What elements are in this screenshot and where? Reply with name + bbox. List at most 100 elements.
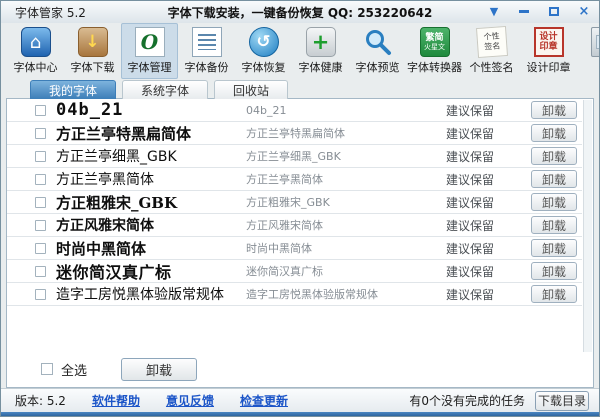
row-checkbox[interactable] — [35, 128, 46, 139]
version-label: 版本: 5.2 — [15, 392, 66, 409]
row-checkbox[interactable] — [35, 266, 46, 277]
toolbar-item-label: 个性签名 — [470, 59, 514, 75]
maximize-icon[interactable] — [545, 3, 563, 19]
table-row: 方正兰亭细黑_GBK 方正兰亭细黑_GBK 建议保留 卸载 — [7, 145, 582, 168]
advice-label: 建议保留 — [446, 171, 531, 188]
converter-icon-text: 繁简 — [425, 34, 443, 43]
toolbar-item-label: 设计印章 — [527, 59, 571, 75]
uninstall-button[interactable]: 卸载 — [531, 124, 577, 142]
uninstall-button[interactable]: 卸载 — [531, 193, 577, 211]
tab-bar: 我的字体 系统字体 回收站 — [6, 80, 594, 99]
advice-label: 建议保留 — [446, 194, 531, 211]
tab-system-fonts[interactable]: 系统字体 — [122, 80, 208, 99]
restore-icon: ↺ — [249, 27, 279, 57]
app-title: 字体管家 5.2 — [15, 4, 86, 21]
row-checkbox[interactable] — [35, 220, 46, 231]
toolbar-item-font-converter[interactable]: 繁简 火星文 字体转换器 — [406, 23, 463, 79]
font-display-name: 时尚中黑简体 — [56, 238, 246, 259]
toolbar-item-font-manage[interactable]: O 字体管理 — [121, 23, 178, 79]
toolbar-item-signature[interactable]: 个性签名 个性签名 — [463, 23, 520, 79]
font-display-name: 方正粗雅宋_GBK — [56, 192, 246, 213]
font-name: 方正粗雅宋_GBK — [246, 194, 446, 210]
advice-label: 建议保留 — [446, 148, 531, 165]
converter-icon: 繁简 火星文 — [420, 27, 450, 57]
home-icon: ⌂ — [21, 27, 51, 57]
toolbar-item-label: 字体健康 — [299, 59, 343, 75]
uninstall-selected-button[interactable]: 卸载 — [121, 358, 197, 381]
titlebar: 字体下载安装，一键备份恢复 QQ: 253220642 字体管家 5.2 ▼ × — [1, 1, 599, 23]
toolbar-item-font-preview[interactable]: 字体预览 — [349, 23, 406, 79]
advice-label: 建议保留 — [446, 240, 531, 257]
font-display-name: 04b_21 — [56, 100, 246, 120]
row-checkbox[interactable] — [35, 174, 46, 185]
computer-icon — [591, 27, 600, 57]
uninstall-button[interactable]: 卸载 — [531, 101, 577, 119]
font-display-name: 方正兰亭特黑扁简体 — [56, 123, 246, 144]
uninstall-button[interactable]: 卸载 — [531, 216, 577, 234]
toolbar-item-label: 字体恢复 — [242, 59, 286, 75]
toolbar-item-stamp-design[interactable]: 设计印章 设计印章 — [520, 23, 577, 79]
toolbar-item-font-health[interactable]: + 字体健康 — [292, 23, 349, 79]
tab-my-fonts[interactable]: 我的字体 — [30, 80, 116, 99]
uninstall-button[interactable]: 卸载 — [531, 262, 577, 280]
font-display-name: 方正兰亭黑简体 — [56, 169, 246, 189]
toolbar-item-computer[interactable]: 电 — [577, 23, 599, 79]
uninstall-button[interactable]: 卸载 — [531, 147, 577, 165]
scrollbar[interactable] — [583, 100, 592, 352]
uninstall-button[interactable]: 卸载 — [531, 239, 577, 257]
toolbar-item-font-restore[interactable]: ↺ 字体恢复 — [235, 23, 292, 79]
converter-icon-text: 火星文 — [424, 44, 445, 51]
toolbar-item-label: 字体中心 — [14, 59, 58, 75]
advice-label: 建议保留 — [446, 263, 531, 280]
font-name: 方正兰亭细黑_GBK — [246, 148, 446, 164]
row-checkbox[interactable] — [35, 289, 46, 300]
download-icon: ↓ — [78, 27, 108, 57]
table-row: 造字工房悦黑体验版常规体 造字工房悦黑体验版常规体 建议保留 卸载 — [7, 283, 582, 306]
uninstall-button[interactable]: 卸载 — [531, 285, 577, 303]
feedback-link[interactable]: 意见反馈 — [166, 392, 214, 409]
toolbar: ⌂ 字体中心 ↓ 字体下载 O 字体管理 字体备份 ↺ 字体恢复 + 字体健康 — [1, 23, 599, 79]
font-list-panel: 04b_21 04b_21 建议保留 卸载 方正兰亭特黑扁简体 方正兰亭特黑扁简… — [6, 98, 594, 388]
table-row: 方正风雅宋简体 方正风雅宋简体 建议保留 卸载 — [7, 214, 582, 237]
select-all-label: 全选 — [61, 360, 87, 379]
health-kit-icon: + — [306, 27, 336, 57]
font-list: 04b_21 04b_21 建议保留 卸载 方正兰亭特黑扁简体 方正兰亭特黑扁简… — [7, 99, 582, 306]
toolbar-item-font-center[interactable]: ⌂ 字体中心 — [7, 23, 64, 79]
minimize-icon[interactable] — [515, 3, 533, 19]
window-bottom-accent — [1, 412, 599, 416]
font-display-name: 迷你简汉真广标 — [56, 259, 246, 283]
magnifier-icon — [363, 27, 393, 57]
download-dir-button[interactable]: 下载目录 — [535, 391, 589, 411]
advice-label: 建议保留 — [446, 125, 531, 142]
font-display-name: 造字工房悦黑体验版常规体 — [56, 284, 246, 304]
app-window: 字体下载安装，一键备份恢复 QQ: 253220642 字体管家 5.2 ▼ ×… — [0, 0, 600, 417]
row-checkbox[interactable] — [35, 151, 46, 162]
table-row: 时尚中黑简体 时尚中黑简体 建议保留 卸载 — [7, 237, 582, 260]
status-bar: 版本: 5.2 软件帮助 意见反馈 检查更新 有0个没有完成的任务 下载目录 — [1, 388, 599, 412]
row-checkbox[interactable] — [35, 105, 46, 116]
row-checkbox[interactable] — [35, 243, 46, 254]
toolbar-item-font-backup[interactable]: 字体备份 — [178, 23, 235, 79]
stamp-icon: 设计印章 — [534, 27, 564, 57]
check-update-link[interactable]: 检查更新 — [240, 392, 288, 409]
font-name: 时尚中黑简体 — [246, 240, 446, 256]
advice-label: 建议保留 — [446, 102, 531, 119]
table-row: 方正兰亭黑简体 方正兰亭黑简体 建议保留 卸载 — [7, 168, 582, 191]
window-controls: ▼ × — [485, 3, 593, 19]
select-all-checkbox[interactable] — [41, 363, 53, 375]
dropdown-menu-icon[interactable]: ▼ — [485, 3, 503, 19]
toolbar-item-label: 字体预览 — [356, 59, 400, 75]
tab-recycle-bin[interactable]: 回收站 — [214, 80, 288, 99]
bottom-controls: 全选 卸载 — [7, 356, 593, 382]
font-display-name: 方正兰亭细黑_GBK — [56, 146, 246, 166]
font-manage-icon: O — [135, 27, 165, 57]
toolbar-item-label: 字体转换器 — [407, 59, 462, 75]
font-name: 方正兰亭黑简体 — [246, 171, 446, 187]
close-icon[interactable]: × — [575, 3, 593, 19]
row-checkbox[interactable] — [35, 197, 46, 208]
help-link[interactable]: 软件帮助 — [92, 392, 140, 409]
stamp-icon-text: 设计印章 — [539, 32, 559, 53]
uninstall-button[interactable]: 卸载 — [531, 170, 577, 188]
toolbar-item-font-download[interactable]: ↓ 字体下载 — [64, 23, 121, 79]
table-row: 方正兰亭特黑扁简体 方正兰亭特黑扁简体 建议保留 卸载 — [7, 122, 582, 145]
